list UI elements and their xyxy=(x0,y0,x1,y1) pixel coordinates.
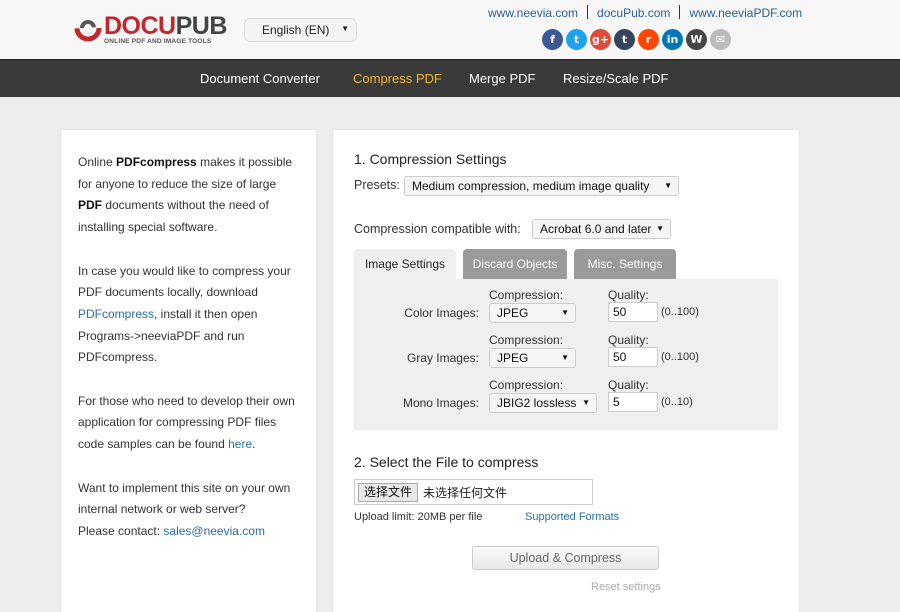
email-icon[interactable]: ✉ xyxy=(710,29,731,50)
developer-paragraph: For those who need to develop their own … xyxy=(78,393,295,452)
file-status: 未选择任何文件 xyxy=(423,486,508,500)
quality-label: Quality: xyxy=(608,288,649,302)
color-quality-input[interactable]: 50 xyxy=(608,302,658,322)
sales-email-link[interactable]: sales@neevia.com xyxy=(163,524,265,538)
nav-compress-pdf[interactable]: Compress PDF xyxy=(353,71,442,86)
google-plus-icon[interactable]: g+ xyxy=(590,29,611,50)
site-header: DOCUPUB ONLINE PDF AND IMAGE TOOLS Engli… xyxy=(0,0,900,59)
tab-image-settings[interactable]: Image Settings xyxy=(354,249,456,280)
dropdown-arrow-icon: ▼ xyxy=(656,224,664,233)
tumblr-icon[interactable]: t xyxy=(614,29,635,50)
presets-select[interactable]: Medium compression, medium image quality… xyxy=(404,176,679,196)
upload-compress-button[interactable]: Upload & Compress xyxy=(472,546,659,570)
dropdown-arrow-icon: ▼ xyxy=(664,181,672,190)
language-select[interactable]: English (EN) ▼ xyxy=(244,18,357,42)
gray-compression-select[interactable]: JPEG ▼ xyxy=(489,348,576,368)
image-settings-pane: Color Images: Compression: JPEG ▼ Quality… xyxy=(354,279,778,430)
download-paragraph: In case you would like to compress your … xyxy=(78,263,291,365)
dropdown-arrow-icon: ▼ xyxy=(561,308,569,317)
mono-compression-select[interactable]: JBIG2 lossless ▼ xyxy=(489,393,597,413)
select-file-title: 2. Select the File to compress xyxy=(354,454,539,470)
compression-settings-title: 1. Compression Settings xyxy=(354,151,507,167)
language-value: English (EN) xyxy=(262,23,330,37)
wordpress-icon[interactable]: W xyxy=(686,29,707,50)
link-divider xyxy=(679,5,681,19)
gray-images-label: Gray Images: xyxy=(406,351,479,365)
mono-quality-input[interactable]: 5 xyxy=(608,392,658,412)
upload-limit-text: Upload limit: 20MB per file xyxy=(354,511,483,523)
compat-select[interactable]: Acrobat 6.0 and later ▼ xyxy=(532,219,671,239)
facebook-icon[interactable]: f xyxy=(542,29,563,50)
link-neevia[interactable]: www.neevia.com xyxy=(488,6,578,20)
twitter-icon[interactable]: t xyxy=(566,29,587,50)
link-divider xyxy=(587,5,589,19)
dropdown-arrow-icon: ▼ xyxy=(582,398,590,407)
pdfcompress-download-link[interactable]: PDFcompress xyxy=(78,307,154,321)
choose-file-button[interactable]: 选择文件 xyxy=(358,483,419,502)
color-quality-range: (0..100) xyxy=(661,306,699,318)
supported-formats-link[interactable]: Supported Formats xyxy=(525,511,619,523)
intro-paragraph: Online PDFcompress makes it possible for… xyxy=(78,155,293,235)
nav-document-converter[interactable]: Document Converter xyxy=(200,71,320,86)
logo-arrows-icon xyxy=(74,14,102,42)
contact-paragraph: Want to implement this site on your own … xyxy=(78,480,291,538)
social-icons: f t g+ t r in W ✉ xyxy=(542,29,731,50)
compress-form-panel: 1. Compression Settings Presets: Medium … xyxy=(333,130,799,612)
mono-quality-range: (0..10) xyxy=(661,396,693,408)
reddit-icon[interactable]: r xyxy=(638,29,659,50)
presets-label: Presets: xyxy=(354,178,400,192)
reset-settings-link[interactable]: Reset settings xyxy=(591,581,661,593)
logo-wordmark: DOCUPUB xyxy=(104,12,227,40)
docupub-logo[interactable]: DOCUPUB ONLINE PDF AND IMAGE TOOLS xyxy=(74,12,227,48)
link-neeviapdf[interactable]: www.neeviaPDF.com xyxy=(689,6,802,20)
gray-quality-input[interactable]: 50 xyxy=(608,347,658,367)
nav-resize-scale-pdf[interactable]: Resize/Scale PDF xyxy=(563,71,668,86)
info-sidebar: Online PDFcompress makes it possible for… xyxy=(61,130,316,612)
gray-quality-range: (0..100) xyxy=(661,351,699,363)
code-samples-link[interactable]: here xyxy=(228,437,252,451)
compression-label: Compression: xyxy=(489,288,564,302)
color-images-label: Color Images: xyxy=(404,306,479,320)
tab-misc-settings[interactable]: Misc. Settings xyxy=(574,249,676,280)
dropdown-arrow-icon: ▼ xyxy=(341,24,349,33)
quality-label: Quality: xyxy=(608,378,649,392)
top-links: www.neevia.com docuPub.com www.neeviaPDF.c… xyxy=(488,5,802,20)
file-input[interactable]: 选择文件 未选择任何文件 xyxy=(354,479,593,505)
tab-discard-objects[interactable]: Discard Objects xyxy=(463,249,567,280)
compat-label: Compression compatible with: xyxy=(354,222,521,236)
quality-label: Quality: xyxy=(608,333,649,347)
color-compression-select[interactable]: JPEG ▼ xyxy=(489,303,576,323)
dropdown-arrow-icon: ▼ xyxy=(561,353,569,362)
mono-images-label: Mono Images: xyxy=(402,396,479,410)
compression-label: Compression: xyxy=(489,333,564,347)
compression-label: Compression: xyxy=(489,378,564,392)
link-docupub[interactable]: docuPub.com xyxy=(597,6,670,20)
linkedin-icon[interactable]: in xyxy=(662,29,683,50)
logo-tagline: ONLINE PDF AND IMAGE TOOLS xyxy=(104,38,212,45)
main-nav: Document Converter Compress PDF Merge PD… xyxy=(0,59,900,97)
nav-merge-pdf[interactable]: Merge PDF xyxy=(469,71,535,86)
